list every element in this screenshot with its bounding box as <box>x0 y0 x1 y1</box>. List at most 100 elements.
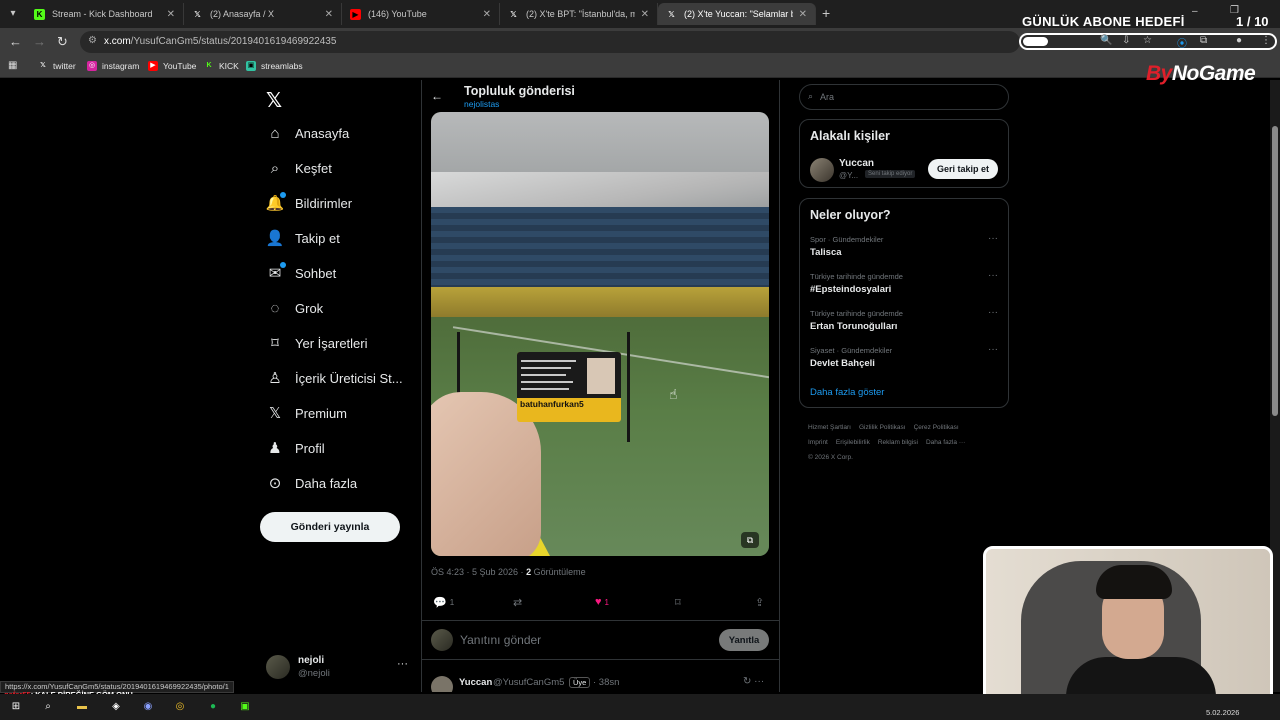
extension-icon[interactable]: ⦿ <box>1177 35 1187 50</box>
close-tab-icon[interactable]: ✕ <box>167 9 175 20</box>
card-line <box>521 374 566 376</box>
window-minimize-icon[interactable]: – <box>1192 6 1198 17</box>
trend-more-icon[interactable]: ··· <box>988 233 998 244</box>
trend-item[interactable]: Türkiye tarihinde gündemde Ertan Torunoğu… <box>810 307 1000 339</box>
trend-item[interactable]: Siyaset · Gündemdekiler Devlet Bahçeli ··· <box>810 344 1000 376</box>
trend-item[interactable]: Türkiye tarihinde gündemde #Epsteindosyal… <box>810 270 1000 302</box>
reply-input[interactable]: Yanıtını gönder <box>460 633 541 647</box>
account-name: nejoli <box>298 655 325 666</box>
nav-item-label: Premium <box>295 405 348 421</box>
back-arrow-icon[interactable]: ← <box>431 89 443 103</box>
forward-icon[interactable]: → <box>33 34 46 49</box>
close-tab-icon[interactable]: ✕ <box>483 9 491 20</box>
grok-icon[interactable]: ↻ ··· <box>743 676 764 687</box>
person-name[interactable]: Yuccan <box>839 158 874 169</box>
bookmark-streamlabs[interactable]: ▣ streamlabs <box>246 61 303 71</box>
reply-button[interactable]: Yanıtla <box>719 629 769 651</box>
post-button[interactable]: Gönderi yayınla <box>260 512 400 542</box>
trend-more-icon[interactable]: ··· <box>988 270 998 281</box>
footer-link[interactable]: Hizmet Şartları <box>808 424 851 431</box>
reply-action[interactable]: 💬 1 <box>433 596 454 609</box>
windows-start-icon[interactable]: ⊞ <box>8 699 24 715</box>
nav-item-creator[interactable]: ♙ İçerik Üreticisi St... <box>266 369 402 387</box>
chrome-icon[interactable]: ◎ <box>172 699 188 715</box>
nav-item-mail[interactable]: ✉ Sohbet <box>266 262 336 282</box>
browser-tab[interactable]: 𝕏 (2) Anasayfa / X ✕ <box>184 3 342 25</box>
nav-item-home[interactable]: ⌂ Anasayfa <box>266 124 349 142</box>
bookmark-action[interactable]: ⌑ <box>675 596 681 609</box>
nav-item-x[interactable]: 𝕏 Premium <box>266 404 347 422</box>
reply-author: Yuccan <box>459 677 493 688</box>
browser-tab[interactable]: 𝕏 (2) X'te Yuccan: "Selamlar bugü ✕ <box>658 3 816 25</box>
scrollbar-thumb[interactable] <box>1272 126 1278 416</box>
bookmark-youtube[interactable]: ▶ YouTube <box>148 61 196 71</box>
browser-tab[interactable]: ▶ (146) YouTube ✕ <box>342 3 500 25</box>
close-tab-icon[interactable]: ✕ <box>799 9 807 20</box>
account-switcher[interactable]: nejoli @nejoli ··· <box>266 654 411 682</box>
bookmark-icon: ⌑ <box>271 335 279 352</box>
more-icon[interactable]: ··· <box>397 658 408 670</box>
app-icon[interactable]: ◈ <box>108 699 124 715</box>
zoom-icon[interactable]: 🔍 <box>1100 35 1112 46</box>
footer-link[interactable]: Imprint <box>808 439 828 446</box>
profile-avatar-icon[interactable]: ● <box>1236 35 1242 46</box>
bookmarks-bar: ▦ 𝕏twitter ◎ instagram ▶ YouTube K KICK ▣ stream… <box>0 56 1280 78</box>
streamlabs-taskbar-icon[interactable]: ▣ <box>237 699 253 715</box>
show-more-link[interactable]: Daha fazla göster <box>810 387 884 398</box>
trend-item[interactable]: Spor · Gündemdekiler Talisca ··· <box>810 233 1000 265</box>
footer-link[interactable]: Erişilebilirlik <box>836 439 870 446</box>
apps-icon[interactable]: ▦ <box>8 60 17 71</box>
trend-title: Devlet Bahçeli <box>810 358 875 369</box>
like-action[interactable]: ♥ 1 <box>595 596 609 608</box>
nav-item-profile[interactable]: ♟ Profil <box>266 439 324 457</box>
install-icon[interactable]: ⇩ <box>1122 35 1130 46</box>
footer-link[interactable]: Çerez Politikası <box>914 424 959 431</box>
community-name[interactable]: nejolistas <box>464 99 499 109</box>
x-icon: 𝕏 <box>40 62 46 69</box>
spotify-icon[interactable]: ● <box>205 699 221 715</box>
search-input[interactable]: ⌕ Ara <box>799 84 1009 110</box>
nav-item-add-user[interactable]: 👤 Takip et <box>266 229 340 247</box>
close-tab-icon[interactable]: ✕ <box>641 9 649 20</box>
browser-tab[interactable]: K Stream - Kick Dashboard ✕ <box>26 3 184 25</box>
post-photo[interactable]: batuhanfurkan5 ⧉ <box>431 112 769 556</box>
nav-item-bookmark[interactable]: ⌑ Yer İşaretleri <box>266 334 367 352</box>
footer-link[interactable]: © 2026 X Corp. <box>808 454 853 461</box>
puzzle-icon[interactable]: ⧉ <box>1200 35 1207 46</box>
discord-icon[interactable]: ◉ <box>140 699 156 715</box>
follow-back-button[interactable]: Geri takip et <box>928 159 998 179</box>
menu-kebab-icon[interactable]: ⋮ <box>1261 35 1271 46</box>
browser-tab[interactable]: 𝕏 (2) X'te BPT: "İstanbul'da, madd ✕ <box>500 3 658 25</box>
nav-item-search[interactable]: ⌕ Keşfet <box>266 159 332 177</box>
nav-item-more-circle[interactable]: ⊙ Daha fazla <box>266 474 357 492</box>
taskbar-search-icon[interactable]: ⌕ <box>40 699 56 715</box>
alt-badge-icon[interactable]: ⧉ <box>741 532 759 548</box>
avatar <box>431 629 453 651</box>
star-icon[interactable]: ☆ <box>1143 35 1152 46</box>
x-icon: 𝕏 <box>194 9 201 19</box>
nav-item-grok[interactable]: ◌ Grok <box>266 299 324 317</box>
close-tab-icon[interactable]: ✕ <box>325 9 333 20</box>
repost-action[interactable]: ⇄ <box>513 596 522 609</box>
back-icon[interactable]: ← <box>9 34 22 49</box>
footer-link[interactable]: Daha fazla ··· <box>926 439 965 446</box>
avatar[interactable] <box>810 158 834 182</box>
footer-link[interactable]: Reklam bilgisi <box>878 439 918 446</box>
bookmark-kick[interactable]: K KICK <box>204 61 238 71</box>
reload-icon[interactable]: ↻ <box>57 34 68 50</box>
new-tab-icon[interactable]: + <box>822 5 830 21</box>
x-logo-icon[interactable]: 𝕏 <box>266 88 282 113</box>
bookmark-twitter[interactable]: 𝕏twitter <box>38 61 76 71</box>
tab-search-icon[interactable]: ▾ <box>4 5 22 23</box>
trend-more-icon[interactable]: ··· <box>988 344 998 355</box>
nav-item-bell[interactable]: 🔔 Bildirimler <box>266 192 352 212</box>
search-icon: ⌕ <box>808 91 814 101</box>
footer-link[interactable]: Gizlilik Politikası <box>859 424 906 431</box>
bookmark-instagram[interactable]: ◎ instagram <box>87 61 139 71</box>
url-field[interactable]: ⚙ x.com/YusufCanGm5/status/2019401619469… <box>80 31 1020 53</box>
file-explorer-icon[interactable]: ▬ <box>74 699 90 715</box>
trend-more-icon[interactable]: ··· <box>988 307 998 318</box>
share-action[interactable]: ⇪ <box>755 596 764 609</box>
site-info-icon[interactable]: ⚙ <box>88 35 97 46</box>
reply-item[interactable]: Yuccan @YusufCanGm5 Üye · 38sn ↻ ··· <box>431 676 769 692</box>
